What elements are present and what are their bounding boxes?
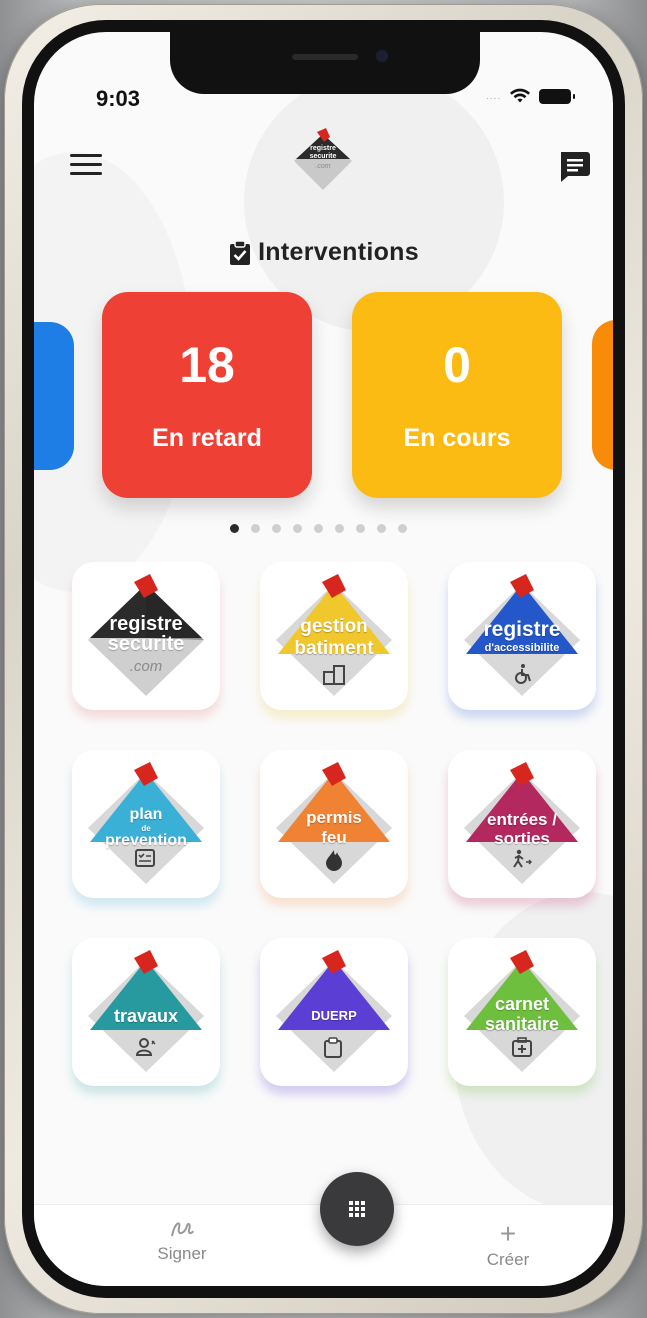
tile-label: prevention bbox=[105, 832, 187, 849]
svg-text:securite: securite bbox=[310, 153, 337, 160]
app-tile-duerp[interactable]: DUERP bbox=[260, 938, 408, 1086]
carousel-pager bbox=[230, 524, 407, 533]
app-tile-plan-prevention[interactable]: plan de prevention bbox=[72, 750, 220, 898]
apps-grid-button[interactable] bbox=[320, 1172, 394, 1246]
pager-dot[interactable] bbox=[377, 524, 386, 533]
app-tile-gestion-batiment[interactable]: gestion batiment bbox=[260, 562, 408, 710]
pager-dot[interactable] bbox=[230, 524, 239, 533]
tile-label: securite bbox=[107, 633, 185, 655]
card-peek-right[interactable] bbox=[592, 320, 613, 470]
battery-icon bbox=[539, 88, 576, 104]
app-tile-registre-securite[interactable]: registre securite .com bbox=[72, 562, 220, 710]
app-tile-entrees-sorties[interactable]: entrées / sorties bbox=[448, 750, 596, 898]
status-time: 9:03 bbox=[96, 86, 141, 111]
tile-label: batiment bbox=[294, 638, 374, 659]
tile-label: sanitaire bbox=[484, 1014, 560, 1034]
hamburger-menu-icon[interactable] bbox=[70, 154, 102, 176]
tile-label: sorties bbox=[494, 829, 550, 848]
tile-sublabel: d'accessibilite bbox=[484, 642, 560, 654]
card-value: 0 bbox=[443, 337, 471, 393]
card-value: 18 bbox=[179, 337, 235, 393]
registre-securite-logo: registre securite .com bbox=[294, 128, 352, 190]
tile-label: carnet bbox=[494, 994, 550, 1014]
card-en-retard[interactable]: 18 En retard bbox=[102, 292, 312, 498]
sign-label: Signer bbox=[157, 1244, 207, 1263]
tile-label: registre bbox=[109, 613, 183, 635]
notch bbox=[170, 32, 480, 94]
signature-icon bbox=[171, 1222, 194, 1237]
phone-frame: 9:03 .... registre securite .com Interve… bbox=[4, 4, 643, 1314]
wifi-icon bbox=[510, 88, 531, 103]
app-tile-permis-feu[interactable]: permis feu bbox=[260, 750, 408, 898]
tile-label: entrées / bbox=[487, 810, 557, 829]
pager-dot[interactable] bbox=[314, 524, 323, 533]
tile-label: DUERP bbox=[311, 1008, 357, 1023]
plus-icon: + bbox=[499, 1218, 517, 1249]
tile-label: gestion bbox=[300, 616, 368, 637]
svg-text:.com: .com bbox=[315, 163, 330, 170]
create-button[interactable]: + Créer bbox=[448, 1218, 568, 1270]
app-tile-travaux[interactable]: travaux bbox=[72, 938, 220, 1086]
tile-sublabel: .com bbox=[129, 658, 163, 675]
tile-label: plan bbox=[129, 806, 163, 823]
app-tile-carnet-sanitaire[interactable]: carnet sanitaire bbox=[448, 938, 596, 1086]
tile-label: registre bbox=[483, 618, 561, 641]
chat-icon[interactable] bbox=[556, 148, 592, 184]
svg-text:registre: registre bbox=[310, 145, 336, 152]
pager-dot[interactable] bbox=[272, 524, 281, 533]
card-peek-left[interactable] bbox=[34, 322, 74, 470]
phone-bezel: 9:03 .... registre securite .com Interve… bbox=[22, 20, 625, 1298]
grid-icon bbox=[349, 1201, 365, 1217]
tile-label: travaux bbox=[113, 1006, 179, 1026]
pager-dot[interactable] bbox=[293, 524, 302, 533]
create-label: Créer bbox=[486, 1250, 530, 1269]
section-title-text: Interventions bbox=[258, 238, 419, 266]
card-en-cours[interactable]: 0 En cours bbox=[352, 292, 562, 498]
pager-dot[interactable] bbox=[356, 524, 365, 533]
status-indicators: .... bbox=[486, 88, 576, 104]
tile-label: permis bbox=[306, 808, 362, 827]
section-title: Interventions bbox=[34, 238, 613, 267]
signal-icon: .... bbox=[486, 90, 502, 102]
app-tile-registre-accessibilite[interactable]: registre d'accessibilite bbox=[448, 562, 596, 710]
card-label: En retard bbox=[152, 424, 262, 452]
tile-label: feu bbox=[321, 828, 347, 847]
sign-button[interactable]: Signer bbox=[122, 1216, 242, 1264]
pager-dot[interactable] bbox=[335, 524, 344, 533]
clipboard-check-icon bbox=[230, 239, 251, 265]
card-label: En cours bbox=[403, 424, 511, 452]
pager-dot[interactable] bbox=[398, 524, 407, 533]
app-screen: 9:03 .... registre securite .com Interve… bbox=[34, 32, 613, 1286]
pager-dot[interactable] bbox=[251, 524, 260, 533]
